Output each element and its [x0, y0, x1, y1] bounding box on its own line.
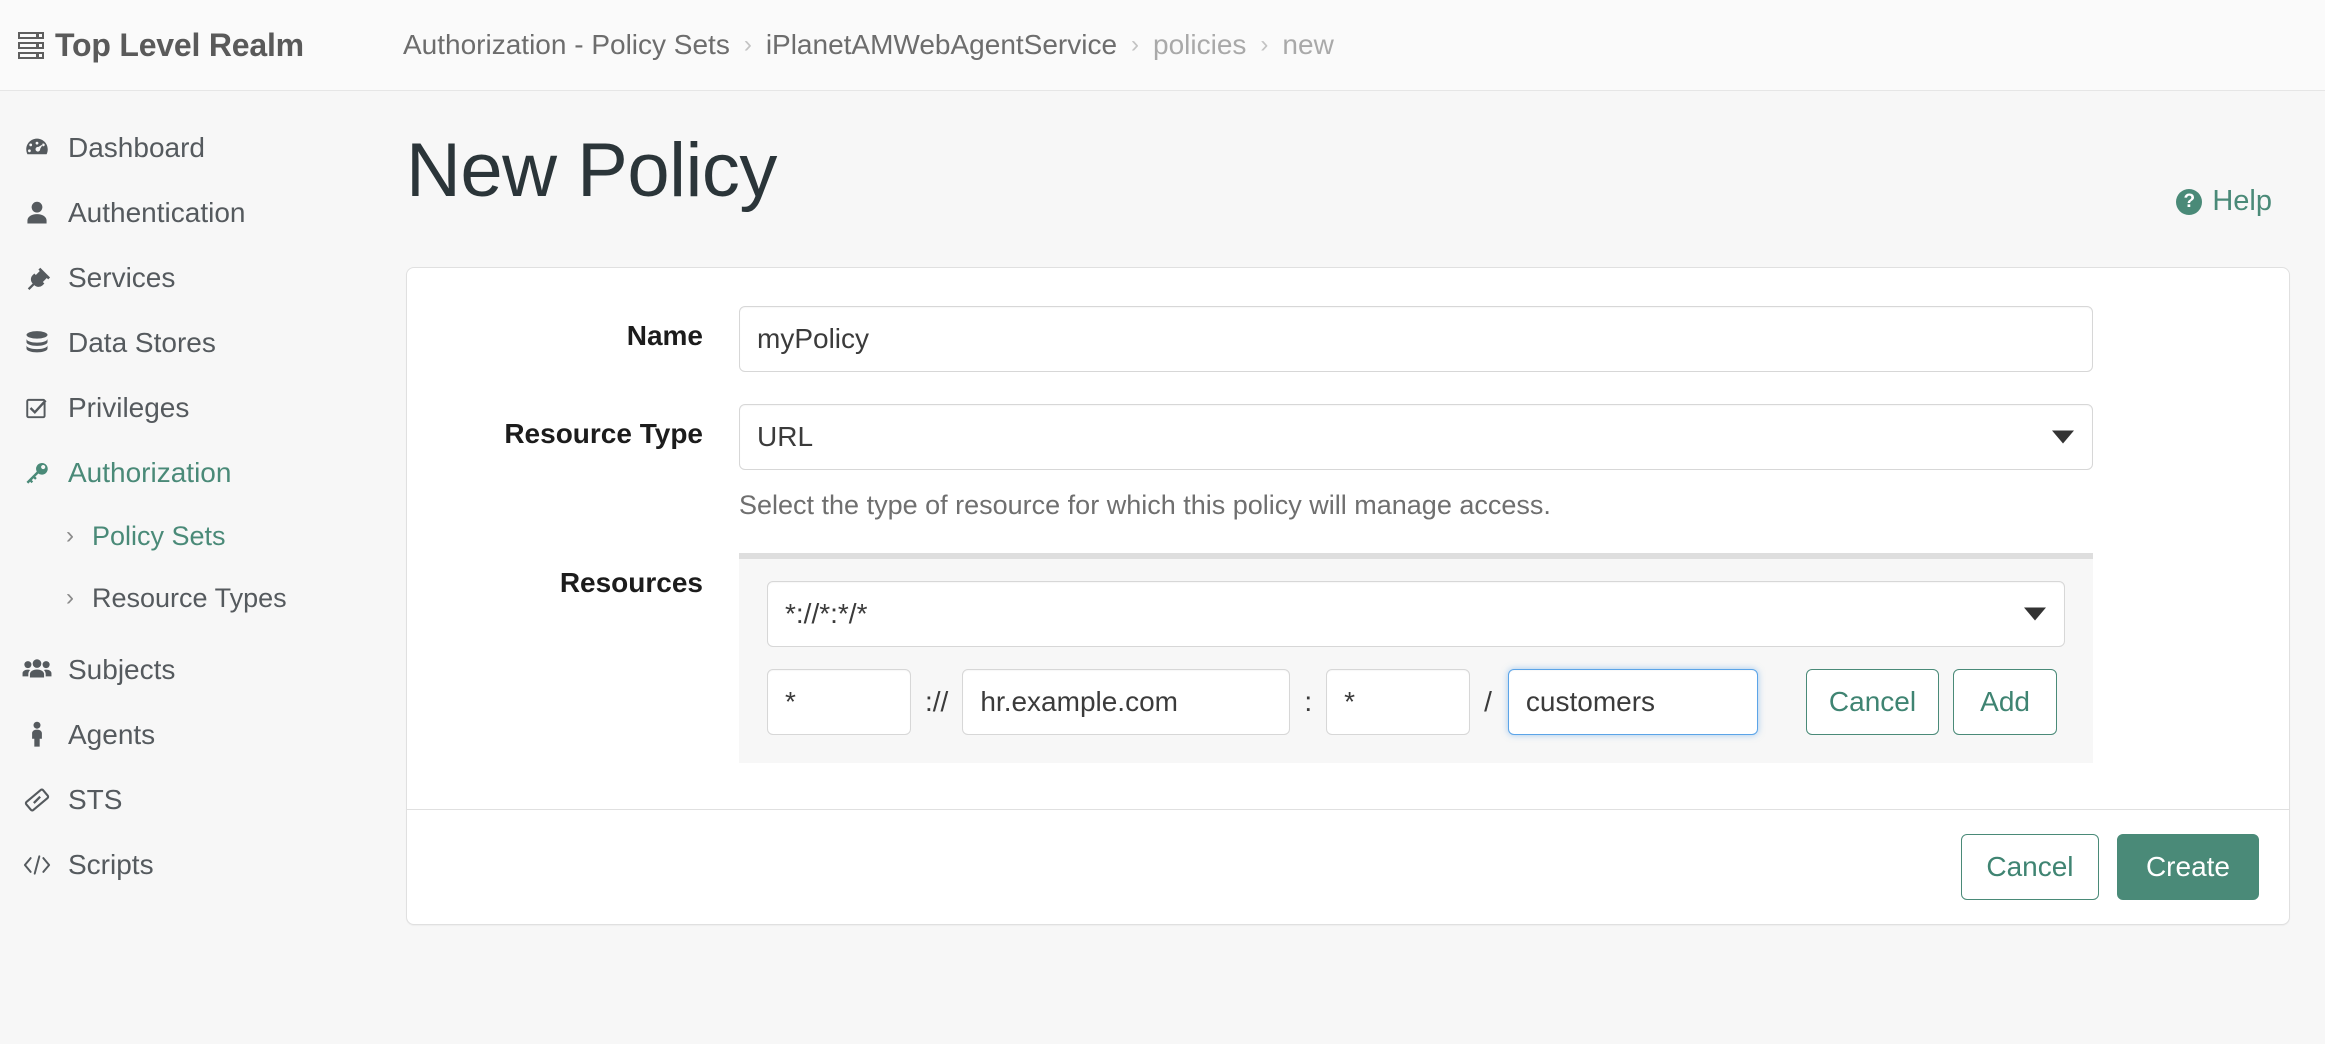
person-icon	[22, 721, 52, 749]
resource-cancel-button[interactable]: Cancel	[1805, 669, 1940, 735]
port-input[interactable]: *	[1326, 669, 1471, 735]
resource-add-button[interactable]: Add	[1953, 669, 2058, 735]
scheme-input[interactable]: *	[767, 669, 911, 735]
sidebar-item-label: Agents	[68, 718, 156, 750]
server-stack-icon	[18, 31, 44, 59]
page-header: New Policy ? Help	[406, 91, 2290, 218]
sidebar-item-subjects[interactable]: Subjects	[0, 637, 406, 702]
path-input[interactable]: customers	[1507, 669, 1758, 735]
form-row-resource-type: Resource Type URL Select the type of res…	[407, 404, 2289, 521]
sidebar-item-label: STS	[68, 783, 123, 815]
resource-pattern-select[interactable]: *://*:*/*	[767, 581, 2065, 647]
resource-type-label: Resource Type	[504, 418, 703, 449]
resources-label: Resources	[559, 567, 703, 598]
breadcrumb-separator-icon: ›	[1260, 31, 1269, 58]
sidebar-item-privileges[interactable]: Privileges	[0, 375, 406, 440]
breadcrumb-item-policies[interactable]: policies	[1153, 29, 1246, 61]
sidebar-item-label: Services	[68, 261, 176, 293]
breadcrumb: Authorization - Policy Sets › iPlanetAMW…	[403, 29, 1334, 61]
page-title: New Policy	[406, 128, 777, 213]
help-label: Help	[2212, 185, 2272, 217]
key-icon	[22, 459, 52, 487]
sidebar-subitem-label: Resource Types	[92, 582, 287, 613]
breadcrumb-item-policy-sets[interactable]: Authorization - Policy Sets	[403, 29, 730, 61]
main-content: New Policy ? Help Name myPolicy Resource…	[406, 91, 2325, 1044]
sidebar-item-data-stores[interactable]: Data Stores	[0, 310, 406, 375]
card-footer: Cancel Create	[407, 809, 2289, 924]
breadcrumb-item-new: new	[1282, 29, 1334, 60]
scheme-separator: ://	[925, 686, 949, 717]
sidebar-item-label: Scripts	[68, 848, 154, 880]
breadcrumb-separator-icon: ›	[1131, 31, 1140, 58]
host-input[interactable]: hr.example.com	[962, 669, 1291, 735]
path-separator: /	[1484, 686, 1492, 717]
plug-icon	[22, 264, 52, 292]
sidebar-item-services[interactable]: Services	[0, 245, 406, 310]
database-icon	[22, 329, 52, 357]
new-policy-card: Name myPolicy Resource Type URL Select t…	[406, 267, 2290, 925]
resource-type-help-text: Select the type of resource for which th…	[739, 490, 1551, 520]
sidebar-item-label: Subjects	[68, 653, 176, 685]
name-input[interactable]: myPolicy	[739, 306, 2093, 372]
sidebar-item-agents[interactable]: Agents	[0, 702, 406, 767]
name-label: Name	[626, 320, 703, 351]
user-icon	[22, 199, 52, 227]
form-row-resources: Resources *://*:*/* * :// hr.example.com	[407, 553, 2289, 763]
resource-type-value: URL	[757, 421, 814, 452]
ticket-icon	[22, 786, 52, 814]
resource-pattern-value: *://*:*/*	[785, 598, 868, 629]
top-bar: Top Level Realm Authorization - Policy S…	[0, 0, 2325, 91]
breadcrumb-separator-icon: ›	[743, 31, 752, 58]
sidebar-item-dashboard[interactable]: Dashboard	[0, 115, 406, 180]
breadcrumb-item-policy-set[interactable]: iPlanetAMWebAgentService	[766, 29, 1117, 61]
sidebar-item-resource-types[interactable]: › Resource Types	[0, 567, 406, 629]
sidebar-subitem-label: Policy Sets	[92, 520, 226, 551]
dashboard-gauge-icon	[22, 134, 52, 162]
sidebar-item-label: Authorization	[68, 456, 232, 488]
card-body: Name myPolicy Resource Type URL Select t…	[407, 268, 2289, 809]
users-group-icon	[22, 657, 52, 683]
sidebar-item-sts[interactable]: STS	[0, 767, 406, 832]
cancel-button[interactable]: Cancel	[1960, 834, 2099, 900]
realm-label: Top Level Realm	[55, 26, 304, 63]
sidebar-item-label: Privileges	[68, 391, 190, 423]
chevron-down-icon	[2052, 430, 2074, 444]
create-button[interactable]: Create	[2116, 834, 2259, 900]
chevron-right-icon: ›	[66, 522, 74, 549]
sidebar-item-authentication[interactable]: Authentication	[0, 180, 406, 245]
sidebar-item-label: Data Stores	[68, 326, 216, 358]
sidebar-item-label: Dashboard	[68, 131, 205, 163]
sidebar-item-label: Authentication	[68, 196, 246, 228]
sidebar: Dashboard Authentication Services Data S…	[0, 91, 406, 1044]
realm-selector[interactable]: Top Level Realm	[18, 27, 403, 64]
question-circle-icon: ?	[2176, 188, 2203, 215]
port-separator: :	[1304, 686, 1313, 717]
code-brackets-icon	[22, 853, 52, 877]
sidebar-item-policy-sets[interactable]: › Policy Sets	[0, 505, 406, 567]
resource-url-builder: * :// hr.example.com : * / customers Can…	[767, 669, 2065, 735]
help-link[interactable]: ? Help	[2176, 185, 2272, 218]
checkbox-icon	[22, 395, 52, 421]
resource-type-select[interactable]: URL	[739, 404, 2093, 470]
sidebar-item-scripts[interactable]: Scripts	[0, 832, 406, 897]
chevron-right-icon: ›	[66, 584, 74, 611]
resources-panel: *://*:*/* * :// hr.example.com : * / cus	[739, 553, 2093, 763]
form-row-name: Name myPolicy	[407, 306, 2289, 372]
chevron-down-icon	[2024, 607, 2046, 621]
resource-actions: Cancel Add	[1805, 669, 2058, 735]
sidebar-item-authorization[interactable]: Authorization	[0, 440, 406, 505]
